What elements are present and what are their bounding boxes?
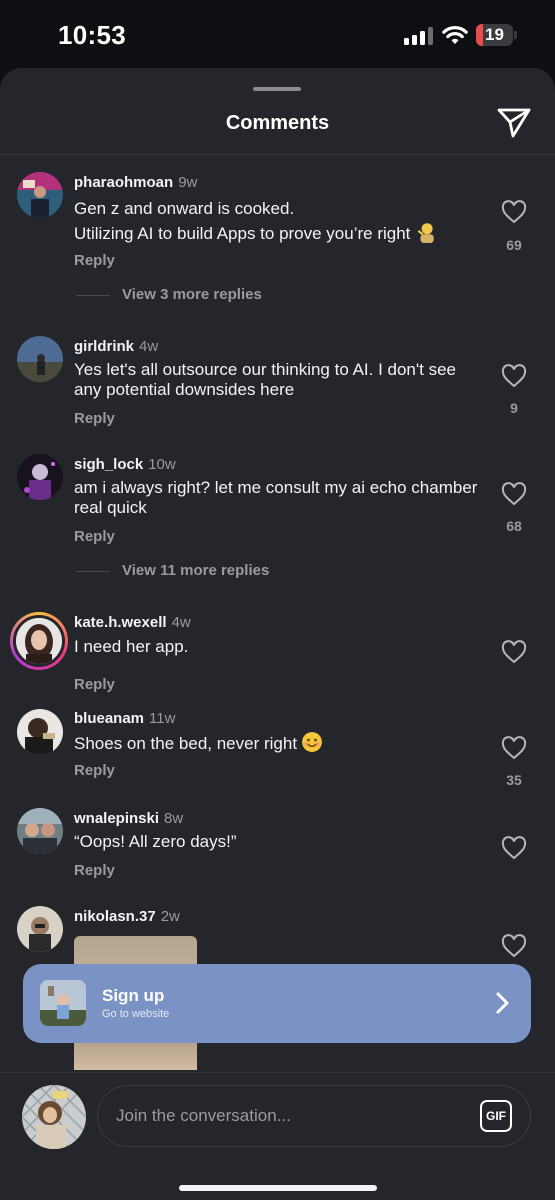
comment-text: am i always right? let me consult my ai … <box>74 478 478 517</box>
avatar[interactable] <box>17 336 63 382</box>
smiling-face-emoji-icon <box>301 732 322 752</box>
reply-button[interactable]: Reply <box>74 862 115 879</box>
comment-header: girldrink 4w <box>74 338 158 355</box>
view-more-label: View 3 more replies <box>122 286 262 303</box>
view-more-replies-button[interactable]: View 3 more replies <box>76 286 262 303</box>
battery-level: 19 <box>485 25 504 44</box>
comment-time: 4w <box>139 338 159 355</box>
current-user-avatar <box>22 1085 86 1149</box>
sheet-grabber[interactable] <box>253 87 301 91</box>
header-divider <box>0 154 555 155</box>
comment-header: wnalepinski 8w <box>74 810 183 827</box>
heart-icon[interactable] <box>501 364 527 388</box>
person-shrug-emoji-icon <box>417 223 434 243</box>
avatar-story-ring[interactable] <box>10 612 68 670</box>
comment-text: “Oops! All zero days!” <box>74 832 237 851</box>
comment-username[interactable]: wnalepinski <box>74 810 159 827</box>
comment-text: Yes let's all outsource our thinking to … <box>74 360 456 399</box>
avatar[interactable] <box>17 808 63 854</box>
comment-time: 10w <box>148 456 176 473</box>
heart-icon[interactable] <box>501 482 527 506</box>
home-indicator <box>179 1185 377 1191</box>
comment-header: kate.h.wexell 4w <box>74 614 191 631</box>
comment-username[interactable]: pharaohmoan <box>74 174 173 191</box>
avatar[interactable] <box>17 906 63 952</box>
like-count: 9 <box>510 400 518 416</box>
cellular-signal-icon <box>404 27 434 45</box>
comment-header: nikolasn.37 2w <box>74 908 180 925</box>
status-time: 10:53 <box>58 20 126 50</box>
like-count: 69 <box>506 237 522 253</box>
comment-text-content: Gen z and onward is cooked. Utilizing AI… <box>74 199 411 243</box>
comment-composer: GIF <box>0 1072 555 1200</box>
heart-icon[interactable] <box>501 736 527 760</box>
sheet-title: Comments <box>225 112 330 134</box>
heart-icon[interactable] <box>501 640 527 664</box>
reply-button[interactable]: Reply <box>74 410 115 427</box>
comment-time: 11w <box>149 710 176 727</box>
comment-input[interactable] <box>116 1086 456 1146</box>
heart-icon[interactable] <box>501 200 527 224</box>
comment-username[interactable]: kate.h.wexell <box>74 614 167 631</box>
comment-header: sigh_lock 10w <box>74 456 176 473</box>
comment-username[interactable]: nikolasn.37 <box>74 908 156 925</box>
signup-banner[interactable]: Sign up Go to website <box>23 964 531 1043</box>
view-more-label: View 11 more replies <box>122 562 270 579</box>
reply-button[interactable]: Reply <box>74 762 115 779</box>
comment-header: blueanam 11w <box>74 710 175 727</box>
comment-text: Shoes on the bed, never right <box>74 732 484 754</box>
comments-sheet: Comments pharaohmoan 9w Gen z and onward … <box>0 68 555 1200</box>
banner-title: Sign up <box>102 986 165 1005</box>
avatar[interactable] <box>17 172 63 218</box>
reply-button[interactable]: Reply <box>74 528 115 545</box>
comment-header: pharaohmoan 9w <box>74 174 197 191</box>
comment-time: 2w <box>160 908 180 925</box>
heart-icon[interactable] <box>501 934 527 958</box>
comment-text: I need her app. <box>74 637 189 656</box>
banner-subtitle: Go to website <box>102 1008 170 1020</box>
comment-time: 9w <box>178 174 198 191</box>
comment-username[interactable]: sigh_lock <box>74 456 143 473</box>
reply-button[interactable]: Reply <box>74 252 115 269</box>
avatar[interactable] <box>17 454 63 500</box>
wifi-icon <box>442 26 468 44</box>
comment-username[interactable]: girldrink <box>74 338 134 355</box>
status-bar: 10:53 19 <box>0 0 555 68</box>
banner-thumbnail <box>40 980 86 1026</box>
battery-icon: 19 <box>476 24 518 46</box>
comment-text: Gen z and onward is cooked. Utilizing AI… <box>74 196 484 246</box>
comment-username[interactable]: blueanam <box>74 710 144 727</box>
comment-text-content: Shoes on the bed, never right <box>74 734 298 753</box>
chevron-right-icon <box>496 992 509 1014</box>
reply-button[interactable]: Reply <box>74 676 115 693</box>
comment-time: 8w <box>164 810 184 827</box>
view-more-replies-button[interactable]: View 11 more replies <box>76 562 269 579</box>
avatar[interactable] <box>17 709 63 755</box>
heart-icon[interactable] <box>501 836 527 860</box>
like-count: 35 <box>506 772 522 788</box>
gif-button[interactable]: GIF <box>480 1100 512 1132</box>
share-send-icon[interactable] <box>496 106 532 138</box>
comment-time: 4w <box>171 614 191 631</box>
like-count: 68 <box>506 518 522 534</box>
comment-input-container[interactable]: GIF <box>97 1085 531 1147</box>
